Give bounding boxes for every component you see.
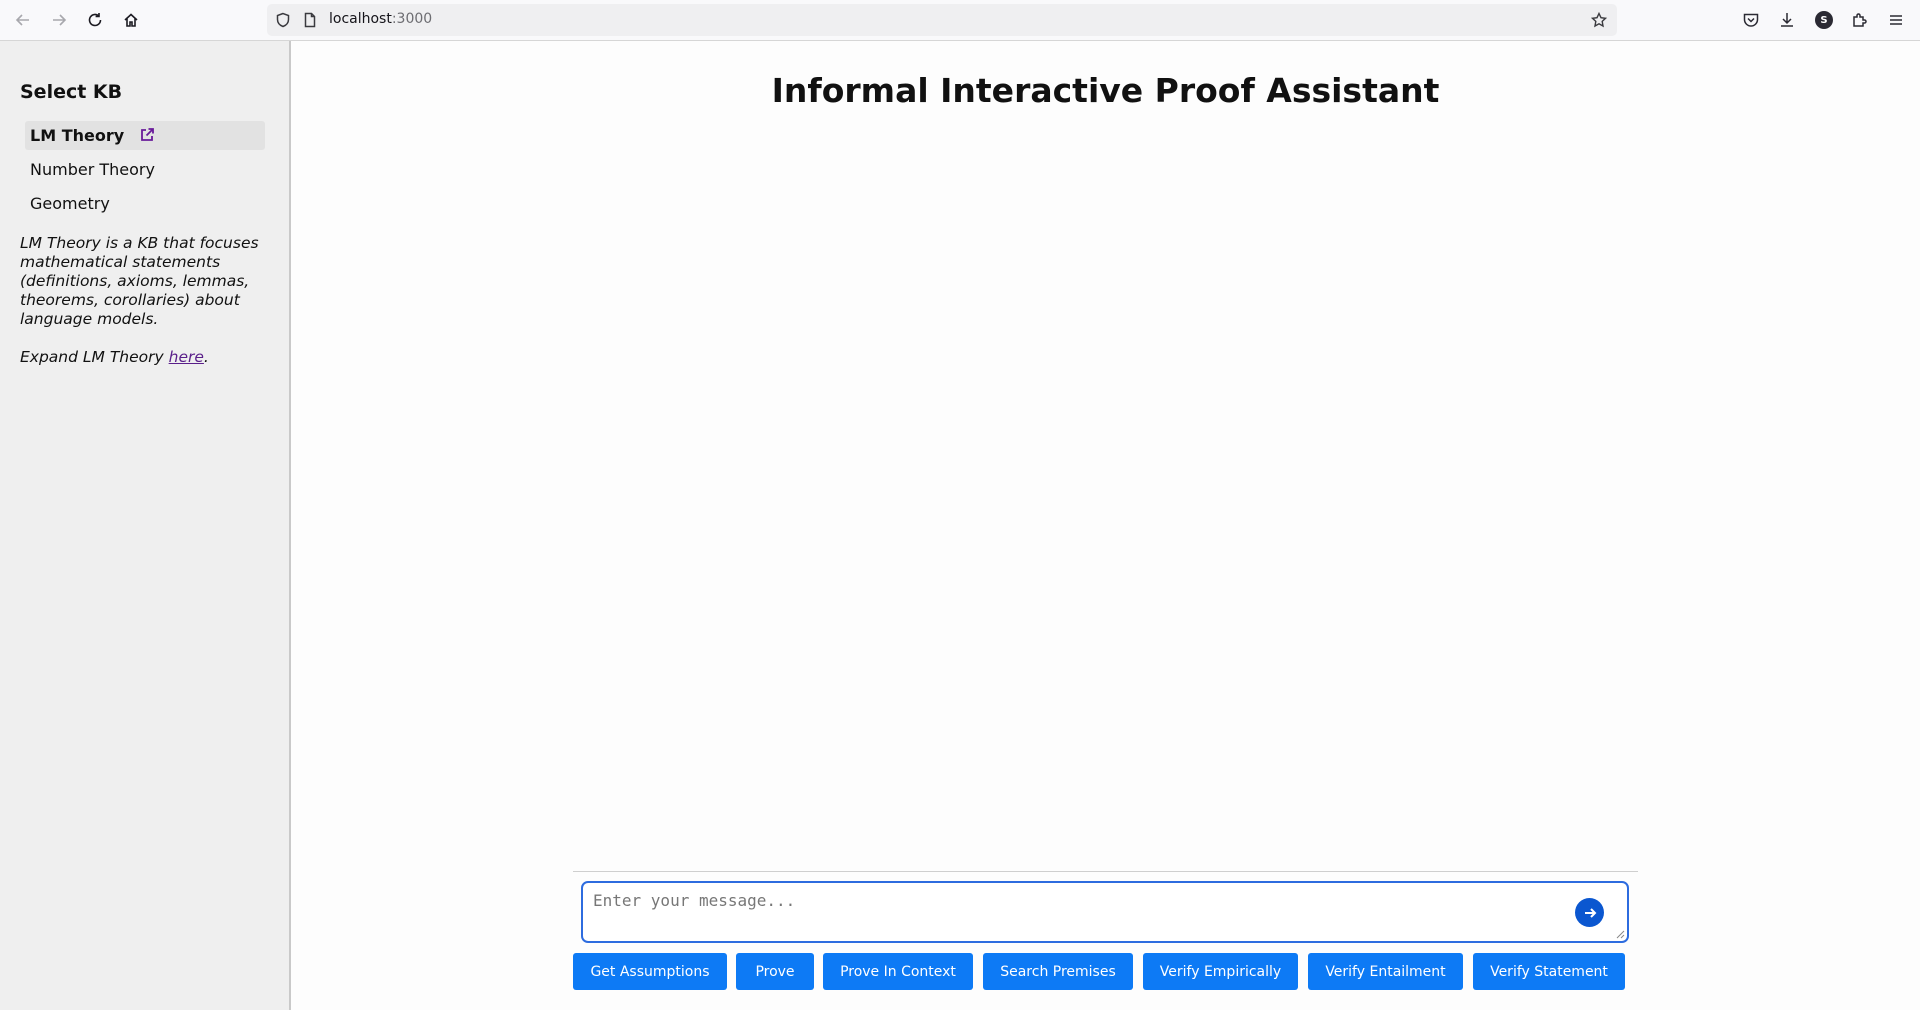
prove-button[interactable]: Prove	[736, 953, 814, 990]
forward-button[interactable]	[45, 6, 73, 34]
sidebar-item-label: Number Theory	[30, 160, 155, 179]
url-text[interactable]: localhost:3000	[329, 11, 432, 27]
url-bar[interactable]: localhost:3000	[267, 4, 1617, 36]
downloads-icon[interactable]	[1778, 11, 1796, 29]
shield-icon[interactable]	[275, 12, 291, 28]
kb-expand-link[interactable]: here	[169, 348, 204, 366]
page-icon[interactable]	[302, 12, 318, 28]
verify-entailment-button[interactable]: Verify Entailment	[1308, 953, 1463, 990]
search-premises-button[interactable]: Search Premises	[983, 953, 1133, 990]
extensions-icon[interactable]	[1851, 11, 1869, 29]
browser-toolbar: localhost:3000 S	[0, 0, 1920, 41]
kb-expand-text: Expand LM Theory here.	[20, 348, 209, 366]
sidebar-item-lm-theory[interactable]: LM Theory	[25, 121, 265, 150]
verify-empirically-button[interactable]: Verify Empirically	[1143, 953, 1298, 990]
back-button[interactable]	[9, 6, 37, 34]
input-divider	[573, 871, 1638, 872]
arrow-right-icon	[1584, 907, 1596, 918]
menu-icon[interactable]	[1887, 11, 1905, 29]
sidebar: Select KB LM Theory Number Theory Geomet…	[0, 41, 291, 1010]
home-icon	[124, 13, 138, 27]
sidebar-item-label: Geometry	[30, 194, 110, 213]
bookmark-star-icon[interactable]	[1591, 12, 1607, 28]
reload-button[interactable]	[81, 6, 109, 34]
main-panel: Informal Interactive Proof Assistant Get…	[291, 41, 1920, 1010]
sidebar-heading: Select KB	[20, 81, 123, 103]
message-input-box	[581, 881, 1629, 943]
home-button[interactable]	[117, 6, 145, 34]
message-input[interactable]	[593, 891, 1553, 931]
sidebar-item-label: LM Theory	[30, 126, 125, 145]
send-button[interactable]	[1575, 898, 1604, 927]
resize-handle-icon[interactable]	[1615, 929, 1625, 939]
get-assumptions-button[interactable]: Get Assumptions	[573, 953, 727, 990]
reload-icon	[88, 13, 102, 27]
arrow-right-icon	[53, 14, 67, 26]
kb-description-text: LM Theory is a KB that focuses mathemati…	[20, 234, 259, 328]
page-title: Informal Interactive Proof Assistant	[771, 71, 1440, 110]
external-link-icon[interactable]	[139, 127, 155, 143]
prove-in-context-button[interactable]: Prove In Context	[823, 953, 973, 990]
account-avatar[interactable]: S	[1815, 11, 1833, 29]
verify-statement-button[interactable]: Verify Statement	[1473, 953, 1625, 990]
sidebar-item-number-theory[interactable]: Number Theory	[25, 155, 265, 184]
kb-description: LM Theory is a KB that focuses mathemati…	[20, 234, 278, 367]
pocket-icon[interactable]	[1742, 11, 1760, 29]
arrow-left-icon	[15, 14, 29, 26]
sidebar-item-geometry[interactable]: Geometry	[25, 189, 265, 218]
